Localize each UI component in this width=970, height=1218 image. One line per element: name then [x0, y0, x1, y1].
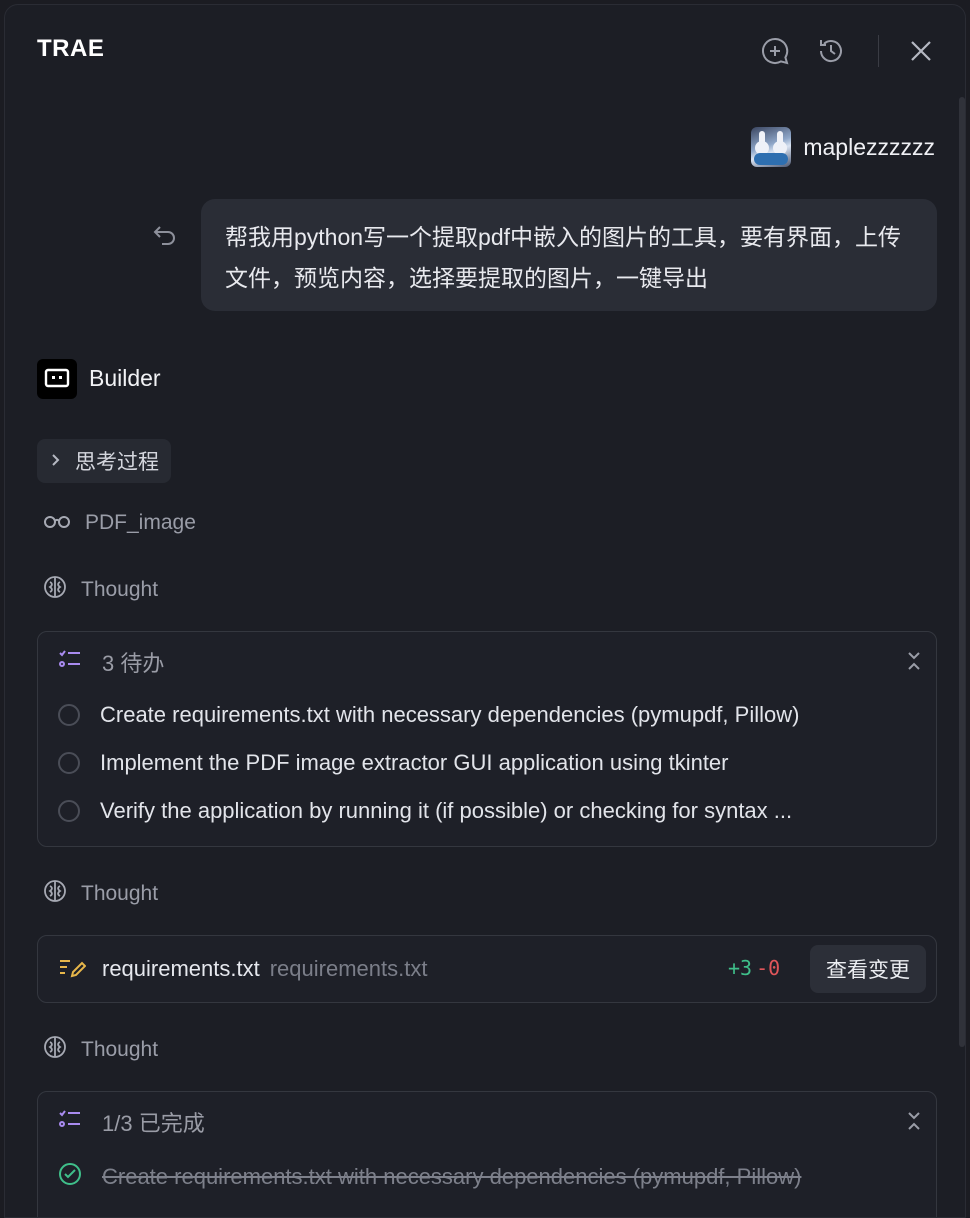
user-header: maplezzzzzz [751, 127, 935, 167]
assistant-name: Builder [89, 365, 161, 391]
todo-item-text: Implement the PDF image extractor GUI ap… [100, 750, 729, 775]
chat-panel: TRAE maplezzzzzz 帮我用python写一个提取pdf中嵌入的图片… [4, 4, 966, 1218]
thought-label: Thought [81, 578, 159, 601]
collapse-icon[interactable] [906, 650, 922, 677]
todo-count: 3 待办 [102, 651, 165, 676]
view-changes-button[interactable]: 查看变更 [810, 945, 926, 993]
file-info: requirements.txt requirements.txt [102, 956, 427, 982]
todo-item-text: Create requirements.txt with necessary d… [100, 702, 800, 727]
new-chat-icon[interactable] [759, 35, 791, 67]
user-message: 帮我用python写一个提取pdf中嵌入的图片的工具，要有界面，上传文件，预览内… [201, 199, 937, 311]
thought-row[interactable]: Thought [43, 575, 158, 605]
avatar [751, 127, 792, 167]
todo-item-text: Verify the application by running it (if… [100, 798, 793, 823]
todo-item-text: Create requirements.txt with necessary d… [102, 1164, 802, 1189]
undo-icon[interactable] [151, 221, 179, 254]
app-title: TRAE [37, 35, 105, 62]
file-change-card[interactable]: requirements.txt requirements.txt +3 -0 … [37, 935, 937, 1003]
todo-item: Create requirements.txt with necessary d… [58, 1162, 801, 1192]
lines-added: +3 [728, 956, 753, 980]
check-circle-icon[interactable] [58, 1162, 82, 1192]
history-icon[interactable] [815, 35, 847, 67]
brain-icon [43, 879, 67, 909]
chevron-right-icon [49, 449, 61, 473]
diff-stats: +3 -0 [728, 956, 780, 980]
builder-icon [37, 359, 77, 399]
todo-item: Create requirements.txt with necessary d… [58, 702, 799, 728]
unchecked-circle-icon[interactable] [58, 752, 80, 774]
file-path: requirements.txt [269, 956, 428, 981]
collapse-icon[interactable] [906, 1110, 922, 1137]
brain-icon [43, 575, 67, 605]
lines-removed: -0 [756, 956, 781, 980]
header-divider [878, 35, 879, 67]
close-icon[interactable] [905, 35, 937, 67]
todo-progress: 1/3 已完成 [102, 1111, 205, 1136]
checklist-icon [58, 1108, 82, 1136]
unchecked-circle-icon[interactable] [58, 704, 80, 726]
username: maplezzzzzz [803, 133, 935, 160]
file-name: requirements.txt [102, 956, 260, 981]
todo-item: Implement the PDF image extractor GUI ap… [58, 750, 729, 776]
project-row: PDF_image [43, 511, 196, 535]
todo-progress-card: 1/3 已完成 Create requirements.txt with nec… [37, 1091, 937, 1217]
thinking-label: 思考过程 [75, 451, 159, 474]
thought-label: Thought [81, 882, 159, 905]
unchecked-circle-icon[interactable] [58, 800, 80, 822]
thought-row[interactable]: Thought [43, 879, 158, 909]
thinking-process-toggle[interactable]: 思考过程 [37, 439, 171, 483]
checklist-icon [58, 648, 82, 676]
thought-label: Thought [81, 1038, 159, 1061]
brain-icon [43, 1035, 67, 1065]
scrollbar[interactable] [959, 97, 965, 1047]
todo-card: 3 待办 Create requirements.txt with necess… [37, 631, 937, 847]
todo-header[interactable]: 3 待办 [58, 646, 164, 678]
todo-header[interactable]: 1/3 已完成 [58, 1106, 205, 1138]
thought-row[interactable]: Thought [43, 1035, 158, 1065]
todo-item: Verify the application by running it (if… [58, 798, 792, 824]
glasses-icon [43, 511, 71, 535]
project-label: PDF_image [85, 511, 196, 534]
edit-file-icon [58, 956, 87, 985]
